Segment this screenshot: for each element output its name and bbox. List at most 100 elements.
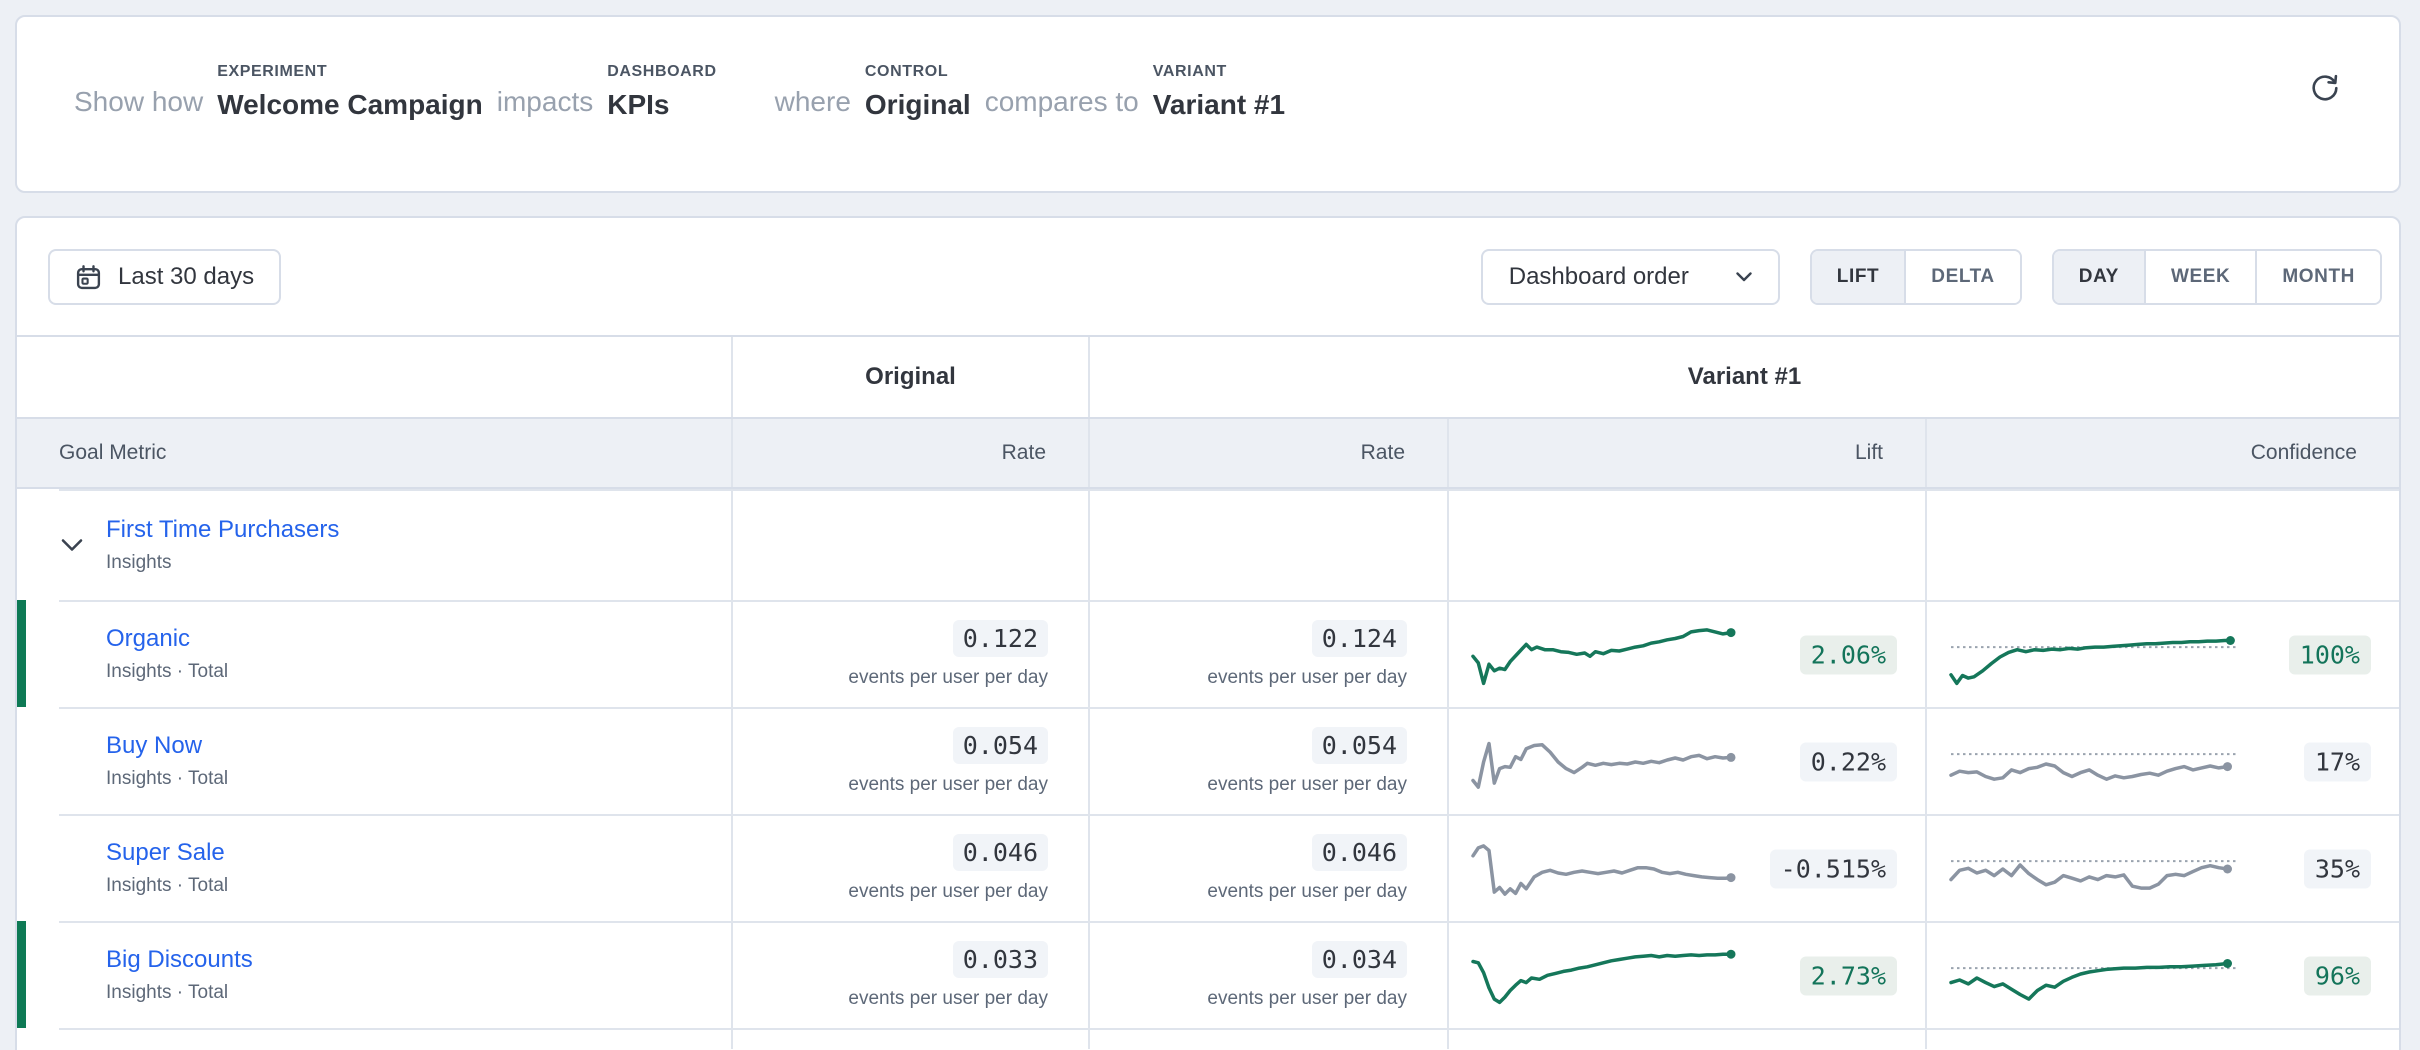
lift-sparkline <box>1467 937 1745 1015</box>
report-card: Last 30 days Dashboard order LIFT DELTA … <box>15 216 2401 1050</box>
col-lift: Lift <box>1447 419 1925 487</box>
control-rate-cell: 0.046 events per user per day <box>731 814 1088 921</box>
lift-sparkline <box>1467 616 1745 694</box>
rate-unit: events per user per day <box>848 774 1048 796</box>
variant-value[interactable]: Variant #1 <box>1153 89 1285 121</box>
dashboard-order-label: Dashboard order <box>1509 263 1689 291</box>
dashboard-value[interactable]: KPIs <box>607 89 716 121</box>
experiment-value[interactable]: Welcome Campaign <box>217 89 483 121</box>
confidence-cell: 35% <box>1925 814 2399 921</box>
metric-source: Insights · Total <box>106 768 731 790</box>
control-rate-cell: 0.122 events per user per day <box>731 600 1088 707</box>
col-confidence: Confidence <box>1925 419 2399 487</box>
collapse-chevron-icon[interactable] <box>57 534 87 555</box>
toggle-month[interactable]: MONTH <box>2255 251 2380 303</box>
chevron-down-icon <box>1736 272 1752 282</box>
granularity-toggle: DAY WEEK MONTH <box>2052 249 2382 305</box>
variant-rate-value: 0.124 <box>1312 620 1407 657</box>
dashboard-label: DASHBOARD <box>607 63 716 81</box>
control-field[interactable]: CONTROL Original <box>865 63 971 121</box>
col-goal-metric: Goal Metric <box>17 419 731 487</box>
confidence-badge: 17% <box>2304 742 2371 781</box>
variant-rate-cell: 0.124 events per user per day <box>1088 600 1447 707</box>
lift-sparkline <box>1467 723 1745 801</box>
group-header-spacer <box>17 337 731 417</box>
variant-rate-cell: 0.054 events per user per day <box>1088 707 1447 814</box>
refresh-icon <box>2307 71 2343 107</box>
variant-rate-value: 0.046 <box>1312 834 1407 871</box>
col-control-rate: Rate <box>731 419 1088 487</box>
confidence-sparkline <box>1945 937 2245 1015</box>
confidence-cell: 96% <box>1925 921 2399 1028</box>
query-sentence: Show how EXPERIMENT Welcome Campaign imp… <box>17 17 2399 121</box>
confidence-cell: 100% <box>1925 600 2399 707</box>
group-header-row: Original Variant #1 <box>17 337 2399 417</box>
variant-rate-cell: 0.034 events per user per day <box>1088 921 1447 1028</box>
query-word-show-how: Show how <box>74 86 203 121</box>
metric-link-first-time-purchasers[interactable]: First Time Purchasers <box>106 516 339 544</box>
metric-link[interactable]: Organic <box>106 625 190 653</box>
toggle-week[interactable]: WEEK <box>2144 251 2255 303</box>
metric-link[interactable]: Buy Now <box>106 732 202 760</box>
metric-row-super-sale: Super Sale Insights · Total 0.046 events… <box>17 814 2399 921</box>
control-rate-cell: 0.054 events per user per day <box>731 707 1088 814</box>
rate-unit: events per user per day <box>1207 988 1407 1010</box>
metric-source: Insights · Total <box>106 982 731 1004</box>
toggle-delta[interactable]: DELTA <box>1904 251 2020 303</box>
variant-group-header: Variant #1 <box>1088 337 2399 417</box>
control-label: CONTROL <box>865 63 971 81</box>
date-range-button[interactable]: Last 30 days <box>48 249 281 305</box>
toggle-lift[interactable]: LIFT <box>1812 251 1905 303</box>
lift-badge: -0.515% <box>1770 849 1897 888</box>
query-word-compares-to: compares to <box>985 86 1139 121</box>
control-rate-cell: 0.033 events per user per day <box>731 921 1088 1028</box>
metric-row-buy-now: Buy Now Insights · Total 0.054 events pe… <box>17 707 2399 814</box>
confidence-cell: 17% <box>1925 707 2399 814</box>
toolbar: Last 30 days Dashboard order LIFT DELTA … <box>17 218 2399 305</box>
control-value[interactable]: Original <box>865 89 971 121</box>
results-table: Original Variant #1 Goal Metric Rate Rat… <box>17 335 2399 1049</box>
lift-delta-toggle: LIFT DELTA <box>1810 249 2022 305</box>
rate-unit: events per user per day <box>1207 881 1407 903</box>
metric-row-organic: Organic Insights · Total 0.122 events pe… <box>17 600 2399 707</box>
lift-cell: 2.06% <box>1447 600 1925 707</box>
refresh-button[interactable] <box>2305 69 2345 109</box>
toolbar-right-group: Dashboard order LIFT DELTA DAY WEEK MONT… <box>1481 249 2382 305</box>
column-header-row: Goal Metric Rate Rate Lift Confidence <box>17 417 2399 489</box>
metric-link[interactable]: Big Discounts <box>106 946 253 974</box>
query-word-impacts: impacts <box>497 86 593 121</box>
metric-source: Insights <box>106 552 731 574</box>
lift-sparkline <box>1467 830 1745 908</box>
rate-unit: events per user per day <box>848 667 1048 689</box>
lift-cell: 0.22% <box>1447 707 1925 814</box>
variant-rate-cell: 0.046 events per user per day <box>1088 814 1447 921</box>
dashboard-field[interactable]: DASHBOARD KPIs <box>607 63 716 121</box>
query-word-where: where <box>775 86 851 121</box>
parent-metric-row: First Time Purchasers Insights <box>17 489 2399 600</box>
dashboard-order-select[interactable]: Dashboard order <box>1481 249 1780 305</box>
control-group-header: Original <box>731 337 1088 417</box>
confidence-badge: 35% <box>2304 849 2371 888</box>
calendar-icon <box>75 264 102 291</box>
confidence-badge: 100% <box>2289 635 2371 674</box>
variant-label: VARIANT <box>1153 63 1285 81</box>
query-builder-card: Show how EXPERIMENT Welcome Campaign imp… <box>15 15 2401 193</box>
variant-rate-value: 0.034 <box>1312 941 1407 978</box>
lift-badge: 2.73% <box>1800 956 1897 995</box>
metric-source: Insights · Total <box>106 875 731 897</box>
lift-cell: -0.515% <box>1447 814 1925 921</box>
control-rate-value: 0.054 <box>953 727 1048 764</box>
date-range-label: Last 30 days <box>118 263 254 291</box>
metric-row-big-discounts: Big Discounts Insights · Total 0.033 eve… <box>17 921 2399 1028</box>
metric-source: Insights · Total <box>106 661 731 683</box>
experiment-field[interactable]: EXPERIMENT Welcome Campaign <box>217 63 483 121</box>
lift-badge: 2.06% <box>1800 635 1897 674</box>
metric-link[interactable]: Super Sale <box>106 839 225 867</box>
control-rate-value: 0.046 <box>953 834 1048 871</box>
variant-field[interactable]: VARIANT Variant #1 <box>1153 63 1285 121</box>
rate-unit: events per user per day <box>1207 667 1407 689</box>
confidence-sparkline <box>1945 616 2245 694</box>
lift-cell: 2.73% <box>1447 921 1925 1028</box>
variant-rate-value: 0.054 <box>1312 727 1407 764</box>
toggle-day[interactable]: DAY <box>2054 251 2144 303</box>
